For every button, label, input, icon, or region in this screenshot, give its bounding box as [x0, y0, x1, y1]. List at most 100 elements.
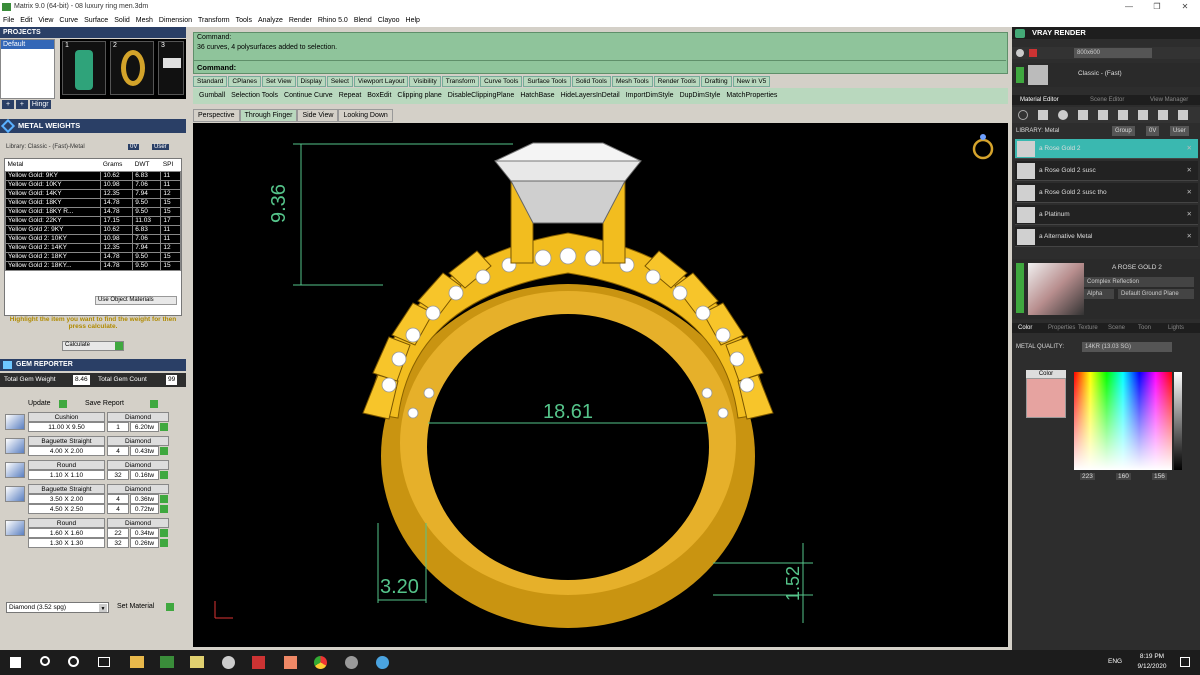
menu-view[interactable]: View [38, 17, 53, 24]
file-explorer-icon[interactable] [130, 656, 144, 668]
property-tab[interactable]: Scene [1108, 323, 1125, 333]
preset-go-icon[interactable] [1016, 67, 1024, 83]
tool-button[interactable]: Clipping plane [397, 92, 441, 99]
save-report-go-icon[interactable] [150, 400, 158, 408]
clock-date[interactable]: 9/12/2020 [1132, 663, 1172, 670]
tool-button[interactable]: Continue Curve [284, 92, 333, 99]
resolution-field[interactable]: 800x600 [1074, 48, 1152, 58]
tab-scene-editor[interactable]: Scene Editor [1090, 95, 1124, 105]
toolbar-tab[interactable]: Set View [261, 76, 296, 87]
material-tool-icon[interactable] [1098, 110, 1108, 120]
record-icon[interactable] [1029, 49, 1037, 57]
gem-go-icon[interactable] [160, 495, 168, 503]
metal-table-row[interactable]: Yellow Gold: 18KY R... 14.78 9.50 15 [5, 206, 181, 217]
toolbar-tab[interactable]: Surface Tools [523, 76, 571, 87]
minimize-button[interactable]: — [1115, 0, 1143, 14]
tool-button[interactable]: ImportDimStyle [626, 92, 674, 99]
cortana-icon[interactable] [68, 656, 79, 667]
metal-table-row[interactable]: Yellow Gold 2: 18KY 14.78 9.50 15 [5, 251, 181, 262]
toolbar-tab[interactable]: Display [296, 76, 326, 87]
toolbar-tab[interactable]: Solid Tools [571, 76, 611, 87]
notes-app-icon[interactable] [190, 656, 204, 668]
hinge-button[interactable]: Hingr [29, 100, 51, 109]
gem-go-icon[interactable] [160, 505, 168, 513]
ground-plane-select[interactable]: Default Ground Plane [1118, 289, 1194, 299]
tool-button[interactable]: MatchProperties [726, 92, 777, 99]
app-icon[interactable] [252, 656, 265, 669]
clock-time[interactable]: 8:19 PM [1132, 653, 1172, 660]
menu-curve[interactable]: Curve [59, 17, 78, 24]
menu-rhino[interactable]: Rhino 5.0 [318, 17, 348, 24]
toolbar-tab[interactable]: Standard [193, 76, 228, 87]
app-icon[interactable] [376, 656, 389, 669]
language-indicator[interactable]: ENG [1108, 658, 1122, 665]
app-icon[interactable] [345, 656, 358, 669]
set-material-go-icon[interactable] [166, 603, 174, 611]
material-select[interactable]: Diamond (3.52 spg) ▼ [6, 602, 109, 613]
chrome-icon[interactable] [314, 656, 327, 669]
menu-tools[interactable]: Tools [236, 17, 252, 24]
tool-button[interactable]: Gumball [199, 92, 225, 99]
library-version-right[interactable]: 0V [1146, 126, 1160, 136]
render-icon[interactable] [1016, 49, 1024, 57]
material-library-item[interactable]: a Rose Gold 2 susc ✕ [1015, 161, 1198, 181]
save-report-button[interactable]: Save Report [85, 400, 124, 407]
material-tool-icon[interactable] [1038, 110, 1048, 120]
material-tool-icon[interactable] [1118, 110, 1128, 120]
menu-render[interactable]: Render [289, 17, 312, 24]
material-library-item[interactable]: a Alternative Metal ✕ [1015, 227, 1198, 247]
media-app-icon[interactable] [222, 656, 235, 669]
menu-clayoo[interactable]: Clayoo [378, 17, 400, 24]
set-material-button[interactable]: Set Material [117, 603, 154, 610]
metal-table-row[interactable]: Yellow Gold 2: 14KY 12.35 7.94 12 [5, 242, 181, 253]
view-tab[interactable]: Perspective [193, 109, 240, 122]
material-tool-icon[interactable] [1178, 110, 1188, 120]
windows-start-icon[interactable] [10, 657, 21, 668]
close-icon[interactable]: ✕ [1187, 205, 1192, 225]
menu-help[interactable]: Help [406, 17, 420, 24]
metal-table-row[interactable]: Yellow Gold 2: 9KY 10.62 6.83 11 [5, 224, 181, 235]
property-tab[interactable]: Toon [1138, 323, 1151, 333]
gem-group[interactable]: Baguette Straight Diamond 3.50 X 2.00 4 0.36… [3, 484, 183, 516]
library-user[interactable]: User [152, 144, 169, 150]
menu-blend[interactable]: Blend [354, 17, 372, 24]
material-library-item[interactable]: a Rose Gold 2 ✕ [1015, 139, 1198, 159]
tool-button[interactable]: HatchBase [520, 92, 554, 99]
update-go-icon[interactable] [59, 400, 67, 408]
matrix-app-icon[interactable] [160, 656, 174, 668]
menu-surface[interactable]: Surface [84, 17, 108, 24]
menu-dimension[interactable]: Dimension [159, 17, 192, 24]
gem-go-icon[interactable] [160, 529, 168, 537]
gem-go-icon[interactable] [160, 471, 168, 479]
toolbar-tab[interactable]: Drafting [700, 76, 732, 87]
metal-quality-select[interactable]: 14KR (13.03 SG) [1082, 342, 1172, 352]
calculate-button[interactable]: Calculate [62, 341, 124, 351]
ring-nav-icon[interactable] [972, 134, 994, 160]
tool-button[interactable]: Selection Tools [231, 92, 278, 99]
thumbnail-1[interactable]: 1 [62, 41, 106, 95]
maximize-button[interactable]: ❐ [1143, 0, 1171, 14]
green-value[interactable]: 160 [1116, 473, 1131, 480]
search-icon[interactable] [40, 656, 50, 666]
tool-button[interactable]: DupDimStyle [680, 92, 721, 99]
menu-analyze[interactable]: Analyze [258, 17, 283, 24]
tool-button[interactable]: Repeat [339, 92, 362, 99]
tool-button[interactable]: HideLayersInDetail [561, 92, 620, 99]
preview-go-icon[interactable] [1016, 263, 1024, 313]
gem-go-icon[interactable] [160, 423, 168, 431]
add-project-button[interactable]: + [2, 100, 14, 109]
property-tab[interactable]: Color [1018, 323, 1032, 333]
preset-name[interactable]: Classic - (Fast) [1078, 70, 1122, 77]
library-group[interactable]: Group [1112, 126, 1135, 136]
menu-edit[interactable]: Edit [20, 17, 32, 24]
red-value[interactable]: 223 [1080, 473, 1095, 480]
menu-transform[interactable]: Transform [198, 17, 230, 24]
material-tool-icon[interactable] [1158, 110, 1168, 120]
library-user-right[interactable]: User [1170, 126, 1189, 136]
update-button[interactable]: Update [28, 400, 51, 407]
view-tab[interactable]: Through Finger [239, 109, 298, 122]
metal-table-row[interactable]: Yellow Gold: 14KY 12.35 7.94 12 [5, 188, 181, 199]
menu-file[interactable]: File [3, 17, 14, 24]
task-view-icon[interactable] [98, 657, 110, 667]
thumbnail-3[interactable]: 3 [158, 41, 184, 95]
